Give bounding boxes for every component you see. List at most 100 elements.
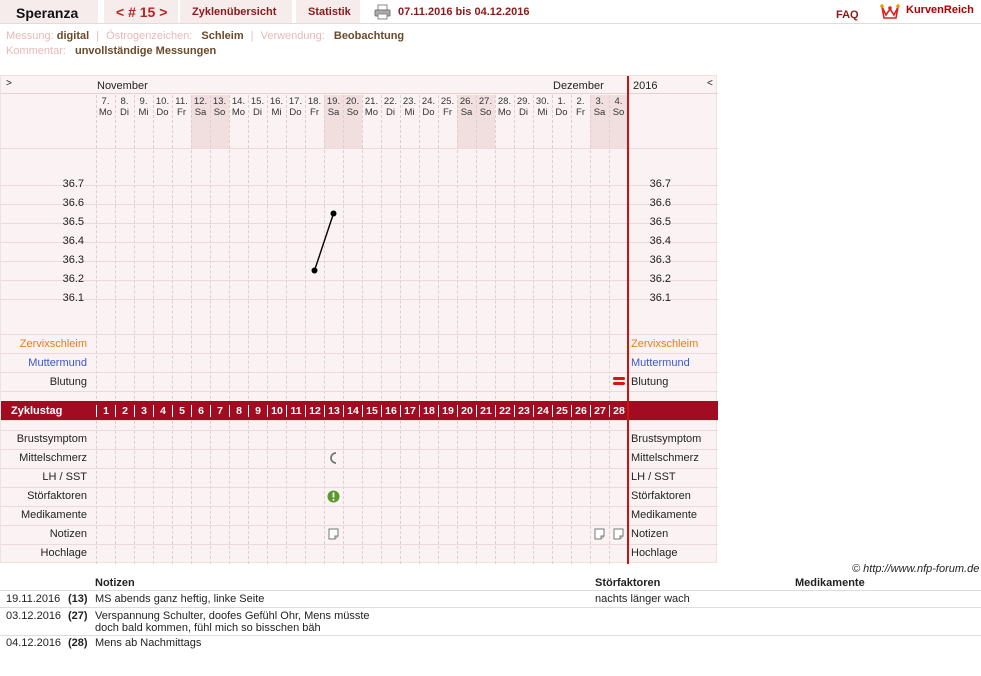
tab-cycle-overview[interactable]: Zyklenübersicht [180,0,292,23]
kommentar-label: Kommentar: [6,45,66,57]
temperature-curve [311,210,337,274]
date-range: 07.11.2016 bis 04.12.2016 [398,6,530,18]
row-label-right: Mittelschmerz [631,452,699,464]
row-label-right: Hochlage [631,547,678,559]
temperature-point[interactable] [330,210,337,217]
kommentar-value: unvollständige Messungen [74,45,217,57]
row-label-right: Medikamente [631,509,698,521]
faq-link[interactable]: FAQ [836,9,859,21]
stoerfaktoren-header: Störfaktoren [595,577,661,589]
today-marker-line [627,76,629,564]
cycle-day-number[interactable]: 15 [362,405,381,417]
cycle-meta-line: Messung: digital | Östrogenzeichen: Schl… [6,30,404,42]
cycle-day-number[interactable]: 21 [476,405,495,417]
top-bar: Speranza < # 15 > Zyklenübersicht Statis… [0,0,981,24]
cycle-day-number[interactable]: 20 [457,405,476,417]
verwendung-value: Beobachtung [333,30,405,42]
cycle-day-number[interactable]: 27 [590,405,609,417]
cycle-day-number[interactable]: 23 [514,405,533,417]
cycle-day-number[interactable]: 14 [343,405,362,417]
note-text: Mens ab Nachmittags [95,637,202,649]
blutung-label: Blutung [49,376,87,388]
next-cycle-button[interactable]: > [159,4,167,20]
cycle-day-number[interactable]: 22 [495,405,514,417]
note-icon[interactable] [328,528,339,540]
messung-label: Messung: [6,30,54,42]
cycle-day-number[interactable]: 1 [96,405,115,417]
cycle-day-number[interactable]: 9 [248,405,267,417]
zyklustag-label: Zyklustag [11,405,63,417]
cycle-day-number[interactable]: 17 [400,405,419,417]
bleeding-marker-icon[interactable] [612,376,625,386]
cycle-day-number[interactable]: 7 [210,405,229,417]
separator: | [250,30,254,42]
muttermund-label: Muttermund [28,357,87,369]
note-text: Verspannung Schulter, doofes Gefühl Ohr,… [95,610,370,622]
note-cycle-day: (13) [68,593,88,605]
cycle-day-number[interactable]: 19 [438,405,457,417]
row-label: Hochlage [40,547,87,559]
note-date: 19.11.2016 [6,593,61,605]
medikamente-header: Medikamente [795,577,865,589]
note-date: 04.12.2016 [6,637,62,649]
divider [0,607,981,608]
printer-icon[interactable] [374,4,391,20]
tab-statistics[interactable]: Statistik [296,0,360,23]
oestrogen-value: Schleim [201,30,244,42]
cycle-number: # 15 [128,4,156,20]
row-label: Notizen [49,528,87,540]
cycle-day-number[interactable]: 6 [191,405,210,417]
divider [0,635,981,636]
cycle-day-number[interactable]: 4 [153,405,172,417]
zyklustag-bar: Zyklustag 1 2 3 4 5 6 7 8 9 10 11 12 13 14 15 16 17 18 19 2… [1,401,718,420]
row-label-right: Brustsymptom [631,433,702,445]
cycle-day-number[interactable]: 13 [324,405,343,417]
divider [0,590,981,591]
crown-logo-icon [880,4,900,19]
note-stoer: nachts länger wach [595,593,690,605]
cycle-day-number[interactable]: 11 [286,405,305,417]
note-cycle-day: (28) [68,637,88,649]
cycle-chart-panel: > November Dezember 2016 < 7. Mo 8. Di 9. Mi 1… [0,75,718,564]
cycle-day-number[interactable]: 10 [267,405,286,417]
cycle-day-number[interactable]: 8 [229,405,248,417]
cycle-day-number[interactable]: 18 [419,405,438,417]
cycle-day-number[interactable]: 16 [381,405,400,417]
stoerfaktor-warning-icon[interactable] [327,490,340,503]
row-label-right: Notizen [631,528,669,540]
temperature-point[interactable] [311,267,318,274]
note-icon[interactable] [613,528,624,540]
blutung-label-right: Blutung [631,376,669,388]
note-text: MS abends ganz heftig, linke Seite [95,593,265,605]
cycle-day-number[interactable]: 28 [609,405,628,417]
messung-value: digital [56,30,90,42]
zervixschleim-label-right: Zervixschleim [631,338,699,350]
cycle-day-number[interactable]: 26 [571,405,590,417]
row-label: Störfaktoren [27,490,87,502]
cycle-navigator: < # 15 > [104,0,178,23]
cycle-day-number[interactable]: 3 [134,405,153,417]
row-label-right: LH / SST [631,471,676,483]
previous-cycle-button[interactable]: < [116,4,124,20]
verwendung-label: Verwendung: [260,30,325,42]
cycle-day-number[interactable]: 25 [552,405,571,417]
row-label: Mittelschmerz [19,452,87,464]
cycle-day-number[interactable]: 5 [172,405,191,417]
oestrogen-label: Östrogenzeichen: [106,30,193,42]
row-label: Brustsymptom [16,433,87,445]
zervixschleim-label: Zervixschleim [19,338,87,350]
row-label: Medikamente [20,509,87,521]
muttermund-label-right: Muttermund [631,357,690,369]
note-icon[interactable] [594,528,605,540]
separator: | [96,30,100,42]
mittelschmerz-icon[interactable] [329,452,339,464]
row-label-right: Störfaktoren [631,490,691,502]
cycle-day-number[interactable]: 2 [115,405,134,417]
cycle-day-number[interactable]: 24 [533,405,552,417]
note-text-continued: doch bald kommen, fühl mich so bisschen … [95,622,321,634]
cycle-day-number[interactable]: 12 [305,405,324,417]
temperature-line-segment [313,213,335,271]
credit-link[interactable]: © http://www.nfp-forum.de [852,563,979,575]
note-cycle-day: (27) [68,610,88,622]
note-date: 03.12.2016 [6,610,62,622]
